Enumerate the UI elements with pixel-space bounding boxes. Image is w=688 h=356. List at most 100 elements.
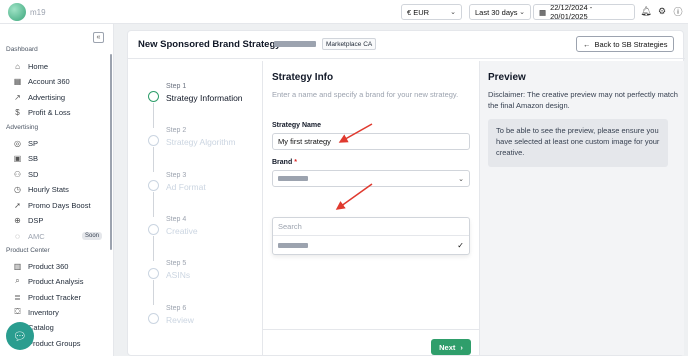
sidebar-item-sp[interactable]: ◎ SP (12, 136, 38, 150)
brand-search-input[interactable]: Search (273, 218, 469, 236)
sidebar-item-label: Profit & Loss (28, 107, 71, 117)
step-connector (153, 103, 154, 128)
clock-icon: ◷ (14, 184, 21, 194)
check-icon: ✓ (457, 241, 464, 250)
sd-icon: ⚇ (13, 169, 22, 179)
preview-disclaimer: Disclaimer: The creative preview may not… (488, 90, 678, 110)
sidebar-section-advertising: Advertising (6, 124, 39, 131)
step-indicator (148, 180, 159, 191)
top-bar: m19 € EUR ⌄ Last 30 days ⌄ ▦ 22/12/2024 … (0, 0, 688, 24)
sidebar-item-sd[interactable]: ⚇ SD (12, 167, 39, 181)
collapse-sidebar-button[interactable]: « (93, 32, 104, 43)
sidebar-item-label: Product 360 (28, 261, 69, 271)
preview-notice: To be able to see the preview, please en… (488, 119, 668, 167)
sidebar-item-label: SP (28, 138, 39, 148)
sidebar-item-amc[interactable]: ◌ AMC (12, 229, 45, 243)
date-preset-select[interactable]: Last 30 days ⌄ (469, 4, 531, 20)
sidebar-item-profit-loss[interactable]: $ Profit & Loss (12, 105, 71, 119)
stepper: Step 1 Strategy Information Step 2 Strat… (130, 61, 260, 355)
step-name: Strategy Information (166, 93, 243, 103)
amc-icon: ◌ (15, 231, 20, 241)
brand-option[interactable]: ✓ (273, 237, 469, 254)
date-range-value: 22/12/2024 - 20/01/2025 (550, 3, 593, 21)
step-indicator (148, 135, 159, 146)
dollar-icon: $ (15, 107, 20, 117)
sidebar-item-label: Home (28, 61, 49, 71)
bell-icon[interactable]: 🔔︎ (640, 5, 652, 17)
sidebar-item-product-360[interactable]: ▥ Product 360 (12, 259, 69, 273)
form-title: Strategy Info (272, 72, 334, 83)
next-button[interactable]: Next › (431, 339, 471, 355)
redacted-brand-value (278, 176, 308, 181)
chat-icon: 💬︎ (13, 330, 27, 343)
back-to-strategies-button[interactable]: ← Back to SB Strategies (576, 36, 675, 52)
sidebar-item-label: Inventory (28, 307, 59, 317)
sidebar-item-label: Promo Days Boost (28, 200, 91, 210)
target-icon: ◎ (14, 138, 21, 148)
sidebar-item-promo-days-boost[interactable]: ➚ Promo Days Boost (12, 198, 91, 212)
sidebar-item-product-tracker[interactable]: ≣ Product Tracker (12, 290, 81, 304)
sb-icon: ▣ (13, 153, 22, 163)
search-placeholder: Search (278, 222, 302, 231)
date-preset-value: Last 30 days (475, 7, 518, 17)
redacted-account-name (274, 41, 316, 47)
gear-icon[interactable]: ⚙ (656, 5, 668, 17)
marketplace-badge: Marketplace CA (322, 38, 377, 50)
redacted-brand-option (278, 243, 308, 248)
strategy-name-value: My first strategy (278, 137, 331, 146)
brand-select[interactable]: ⌄ (272, 170, 470, 187)
step-name: Strategy Algorithm (166, 137, 236, 147)
logo[interactable]: m19 (8, 3, 46, 21)
sidebar-item-inventory[interactable]: ⛋ Inventory (12, 305, 59, 319)
step-indicator (148, 224, 159, 235)
chevron-right-icon: › (460, 342, 463, 352)
sidebar-item-home[interactable]: ⌂ Home (12, 59, 48, 73)
step-name: Ad Format (166, 182, 206, 192)
step-number: Step 6 (166, 305, 187, 312)
sidebar-item-dsp[interactable]: ⊕ DSP (12, 213, 43, 227)
arrow-left-icon: ← (583, 39, 591, 49)
sidebar-section-product-center: Product Center (6, 247, 50, 254)
product-icon: ▥ (13, 261, 22, 271)
sidebar-item-label: Advertising (28, 92, 66, 102)
step-name: ASINs (166, 270, 191, 280)
step-number: Step 2 (166, 127, 187, 134)
currency-value: € EUR (407, 7, 430, 17)
sidebar-item-label: Product Analysis (28, 276, 84, 286)
chat-support-button[interactable]: 💬︎ (6, 322, 34, 350)
globe-icon: ⊕ (14, 215, 21, 225)
preview-title: Preview (488, 72, 526, 83)
grid-icon: ▦ (13, 76, 22, 86)
sidebar-item-hourly-stats[interactable]: ◷ Hourly Stats (12, 182, 69, 196)
sidebar-scrollbar[interactable] (110, 54, 112, 250)
step-number: Step 5 (166, 260, 187, 267)
sidebar-item-label: Hourly Stats (28, 184, 69, 194)
step-connector (153, 236, 154, 261)
chevron-down-icon: ⌄ (519, 9, 525, 16)
sidebar-item-account-360[interactable]: ▦ Account 360 (12, 74, 70, 88)
sidebar-item-advertising[interactable]: ↗ Advertising (12, 90, 65, 104)
sidebar-item-label: SB (28, 153, 39, 163)
step-number: Step 1 (166, 83, 187, 90)
brand-label: Brand * (272, 159, 297, 166)
sidebar-item-product-analysis[interactable]: ⌕ Product Analysis (12, 274, 83, 288)
step-indicator (148, 313, 159, 324)
strategy-name-input[interactable]: My first strategy (272, 133, 470, 150)
step-number: Step 3 (166, 172, 187, 179)
trend-icon: ↗ (14, 92, 21, 102)
chevron-down-icon: ⌄ (450, 9, 456, 16)
required-marker: * (294, 159, 297, 166)
sidebar-section-dashboard: Dashboard (6, 46, 38, 53)
card-header: New Sponsored Brand Strategy Marketplace… (128, 31, 685, 59)
date-range-picker[interactable]: ▦ 22/12/2024 - 20/01/2025 (533, 3, 635, 21)
help-icon[interactable]: ⓘ (672, 5, 684, 17)
step-indicator (148, 91, 159, 102)
currency-select[interactable]: € EUR ⌄ (401, 4, 462, 20)
sidebar-item-sb[interactable]: ▣ SB (12, 151, 38, 165)
step-indicator (148, 268, 159, 279)
calendar-icon: ▦ (539, 7, 547, 17)
chevron-down-icon: ⌄ (458, 175, 464, 183)
form-description: Enter a name and specify a brand for you… (272, 90, 459, 99)
inventory-icon: ⛋ (14, 307, 21, 316)
step-connector (153, 147, 154, 172)
